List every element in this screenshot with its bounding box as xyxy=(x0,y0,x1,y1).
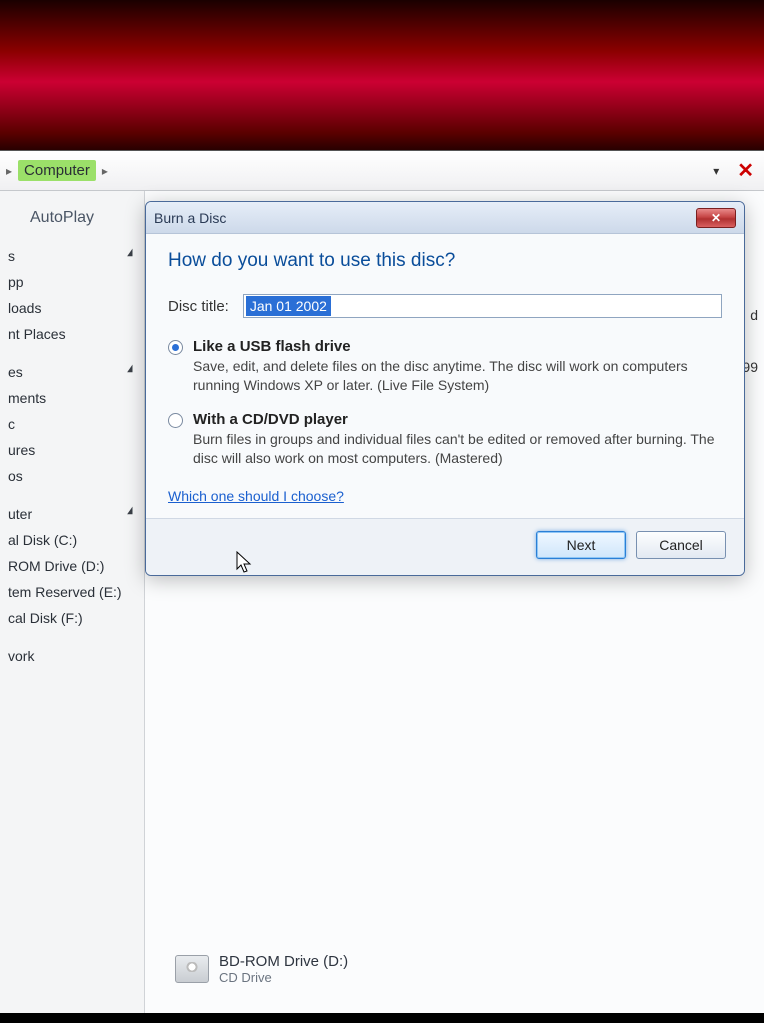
sidebar-item[interactable]: al Disk (C:) xyxy=(0,527,144,553)
breadcrumb[interactable]: ▸ Computer ▸ xyxy=(6,160,108,181)
partial-text: d xyxy=(750,307,758,323)
sidebar-item[interactable]: c xyxy=(0,411,144,437)
option-usb-desc: Save, edit, and delete files on the disc… xyxy=(193,357,722,395)
radio-cddvd[interactable] xyxy=(168,413,183,428)
breadcrumb-arrow-icon: ▸ xyxy=(6,164,12,178)
dialog-close-button[interactable]: ✕ xyxy=(696,208,736,228)
sidebar-item[interactable]: ROM Drive (D:) xyxy=(0,553,144,579)
dialog-title: Burn a Disc xyxy=(154,210,696,226)
sidebar-item[interactable]: es xyxy=(0,359,144,385)
help-link[interactable]: Which one should I choose? xyxy=(168,488,344,504)
disc-title-label: Disc title: xyxy=(168,298,229,315)
sidebar-item[interactable]: uter xyxy=(0,501,144,527)
sidebar-item[interactable]: loads xyxy=(0,295,144,321)
close-button-partial[interactable]: ✕ xyxy=(731,158,760,183)
sidebar-item[interactable]: ures xyxy=(0,437,144,463)
sidebar-item[interactable]: vork xyxy=(0,643,144,669)
sidebar-item[interactable]: pp xyxy=(0,269,144,295)
sidebar-item[interactable]: s xyxy=(0,243,144,269)
drive-list-item[interactable]: BD-ROM Drive (D:) CD Drive xyxy=(175,953,348,985)
breadcrumb-arrow-icon: ▸ xyxy=(102,164,108,178)
disc-title-row: Disc title: Jan 01 2002 xyxy=(168,294,722,318)
breadcrumb-segment-computer[interactable]: Computer xyxy=(18,160,96,181)
drive-title: BD-ROM Drive (D:) xyxy=(219,953,348,970)
sidebar-item[interactable]: cal Disk (F:) xyxy=(0,605,144,631)
option-cddvd[interactable]: With a CD/DVD player Burn files in group… xyxy=(168,411,722,468)
toolbar-autoplay-button[interactable]: AutoPlay xyxy=(0,201,144,243)
sidebar-item[interactable]: nt Places xyxy=(0,321,144,347)
sidebar-item[interactable]: ments xyxy=(0,385,144,411)
option-cddvd-title: With a CD/DVD player xyxy=(193,411,722,428)
dialog-heading: How do you want to use this disc? xyxy=(168,250,722,272)
burn-disc-dialog: Burn a Disc ✕ How do you want to use thi… xyxy=(145,201,745,576)
optical-drive-icon xyxy=(175,955,209,983)
radio-usb[interactable] xyxy=(168,340,183,355)
option-usb-title: Like a USB flash drive xyxy=(193,338,722,355)
address-bar: ▸ Computer ▸ ▾ ✕ xyxy=(0,151,764,191)
disc-title-input[interactable]: Jan 01 2002 xyxy=(243,294,722,318)
navigation-pane: AutoPlay s pp loads nt Places es ments c… xyxy=(0,191,145,1013)
address-dropdown-button[interactable]: ▾ xyxy=(705,160,727,182)
sidebar-item[interactable]: tem Reserved (E:) xyxy=(0,579,144,605)
dialog-body: How do you want to use this disc? Disc t… xyxy=(146,234,744,518)
option-usb[interactable]: Like a USB flash drive Save, edit, and d… xyxy=(168,338,722,395)
sidebar-item[interactable]: os xyxy=(0,463,144,489)
dialog-footer: Next Cancel xyxy=(146,518,744,575)
option-cddvd-desc: Burn files in groups and individual file… xyxy=(193,430,722,468)
drive-subtitle: CD Drive xyxy=(219,970,348,985)
cancel-button[interactable]: Cancel xyxy=(636,531,726,559)
next-button[interactable]: Next xyxy=(536,531,626,559)
dialog-titlebar[interactable]: Burn a Disc ✕ xyxy=(146,202,744,234)
disc-title-value: Jan 01 2002 xyxy=(246,296,331,316)
explorer-window: ▸ Computer ▸ ▾ ✕ AutoPlay s pp loads nt … xyxy=(0,150,764,1013)
drive-label-group: BD-ROM Drive (D:) CD Drive xyxy=(219,953,348,985)
